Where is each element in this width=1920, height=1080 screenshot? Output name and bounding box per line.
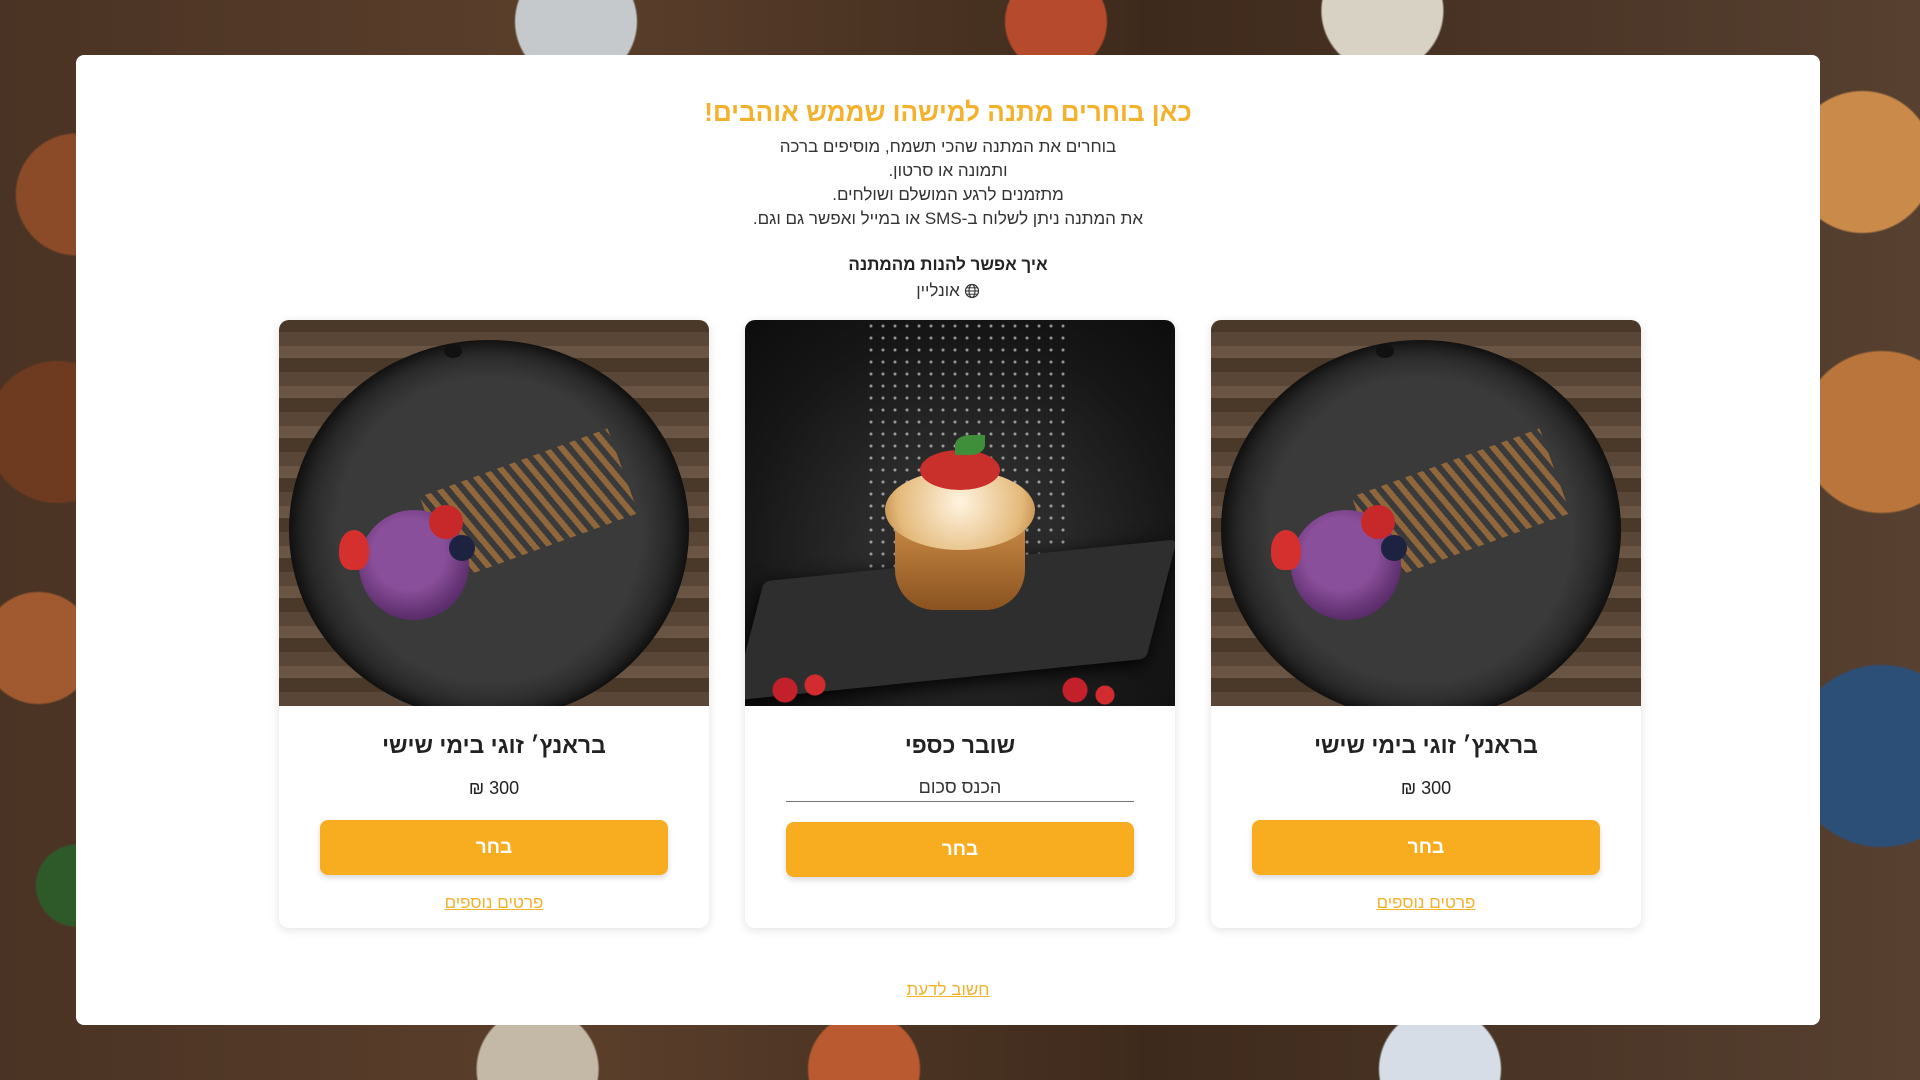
- tart-dessert-image: [745, 320, 1175, 706]
- page-title: כאן בוחרים מתנה למישהו שממש אוהבים!: [704, 97, 1192, 127]
- important-info-link[interactable]: חשוב לדעת: [76, 980, 1820, 1000]
- globe-icon: [964, 283, 979, 299]
- more-details-link[interactable]: פרטים נוספים: [445, 893, 544, 913]
- gift-card-voucher[interactable]: שובר כספי בחר: [745, 320, 1175, 928]
- description-line: את המתנה ניתן לשלוח ב-SMS או במייל ואפשר…: [752, 209, 1144, 228]
- gift-panel: כאן בוחרים מתנה למישהו שממש אוהבים! בוחר…: [76, 55, 1820, 1025]
- usage-title: איך אפשר להנות מהמתנה: [848, 255, 1048, 274]
- more-details-link[interactable]: פרטים נוספים: [1377, 893, 1476, 913]
- intro-section: כאן בוחרים מתנה למישהו שממש אוהבים! בוחר…: [76, 95, 1820, 303]
- gift-card-brunch-left[interactable]: בראנץ׳ זוגי בימי שישי 300 ₪ בחר פרטים נו…: [279, 320, 709, 928]
- card-price: 300 ₪: [1400, 778, 1452, 798]
- card-title: בראנץ׳ זוגי בימי שישי: [382, 732, 606, 758]
- usage-item-label: אונליין: [916, 281, 960, 300]
- gift-card-brunch-right[interactable]: בראנץ׳ זוגי בימי שישי 300 ₪ בחר פרטים נו…: [1211, 320, 1641, 928]
- card-price: 300 ₪: [468, 778, 520, 798]
- amount-input[interactable]: [786, 774, 1134, 802]
- choose-button[interactable]: בחר: [786, 822, 1134, 877]
- description-line: ותמונה או סרטון.: [888, 161, 1008, 180]
- gift-cards: בראנץ׳ זוגי בימי שישי 300 ₪ בחר פרטים נו…: [279, 320, 1643, 930]
- dessert-plate-image: [1211, 320, 1641, 706]
- usage-item-online: אונליין: [76, 279, 1820, 303]
- card-info: בראנץ׳ זוגי בימי שישי 300 ₪ בחר פרטים נו…: [279, 730, 709, 913]
- card-title: בראנץ׳ זוגי בימי שישי: [1314, 732, 1538, 758]
- dessert-plate-image: [279, 320, 709, 706]
- description-line: בוחרים את המתנה שהכי תשמח, מוסיפים ברכה: [779, 137, 1117, 156]
- description: בוחרים את המתנה שהכי תשמח, מוסיפים ברכה …: [76, 135, 1820, 231]
- card-title: שובר כספי: [904, 732, 1016, 758]
- card-info: שובר כספי בחר: [745, 730, 1175, 877]
- card-info: בראנץ׳ זוגי בימי שישי 300 ₪ בחר פרטים נו…: [1211, 730, 1641, 913]
- choose-button[interactable]: בחר: [320, 820, 668, 875]
- description-line: מתזמנים לרגע המושלם ושולחים.: [832, 185, 1064, 204]
- choose-button[interactable]: בחר: [1252, 820, 1600, 875]
